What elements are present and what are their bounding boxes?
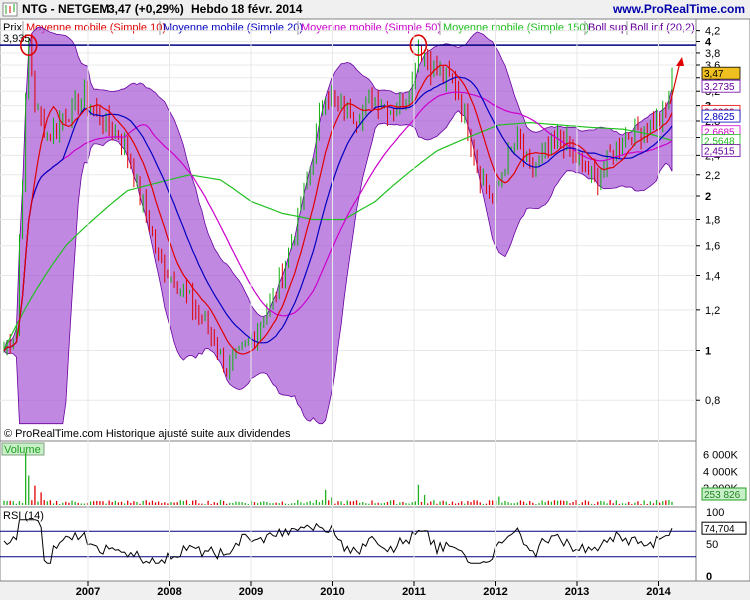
price-axis-label: 2,2: [705, 170, 720, 182]
price-axis-label: 1: [705, 346, 711, 358]
x-axis-label: 2012: [483, 586, 507, 598]
date-label: 18 févr. 2014: [231, 2, 303, 16]
stock-chart: NTG - NETGEM 3,47 (+0,29%) Hebdo 18 févr…: [0, 0, 750, 600]
price-axis-label: 1,8: [705, 214, 720, 226]
footer-note: © ProRealTime.com Historique ajusté suit…: [4, 428, 291, 440]
price-change: 3,47 (+0,29%): [108, 2, 184, 16]
price-axis-label: 1,2: [705, 305, 720, 317]
x-axis-label: 2013: [565, 586, 589, 598]
price-axis-label: 3,8: [705, 48, 720, 60]
x-axis-label: 2009: [239, 586, 263, 598]
brand-url[interactable]: www.ProRealTime.com: [612, 2, 745, 16]
volume-pane: [0, 440, 697, 508]
x-axis-label: 2010: [320, 586, 344, 598]
value-tag: 3,47: [704, 69, 724, 80]
price-axis-label: 1,6: [705, 241, 720, 253]
legend-item: Moyenne mobile (Simple 150): [443, 22, 589, 34]
volume-label: Volume: [4, 444, 41, 456]
chart-title: NTG - NETGEM: [22, 2, 109, 16]
price-axis-label: 4: [705, 37, 712, 49]
legend-item: Boll inf (20,2): [630, 22, 695, 34]
legend-item: Moyenne mobile (Simple 50): [301, 22, 441, 34]
value-tag: 2,4515: [704, 147, 735, 158]
legend-item: Boll sup: [588, 22, 627, 34]
x-axis-label: 2008: [157, 586, 181, 598]
volume-value-tag: 253 826: [704, 490, 741, 501]
price-axis-label: 0,8: [705, 395, 720, 407]
chart-type-icon[interactable]: [2, 2, 18, 17]
period-label: Hebdo: [191, 2, 228, 16]
x-axis-label: 2011: [402, 586, 426, 598]
volume-axis-label: 4 000K: [703, 466, 739, 478]
price-axis-label: 1,4: [705, 271, 720, 283]
rsi-axis-label: 100: [706, 507, 724, 519]
x-axis-label: 2007: [76, 586, 100, 598]
rsi-value-tag: 74,704: [704, 524, 735, 535]
legend-row: Prix Moyenne mobile (Simple 10)Moyenne m…: [3, 21, 695, 35]
price-axis-label: 4,2: [705, 26, 720, 38]
legend-item: Moyenne mobile (Simple 20): [163, 22, 303, 34]
rsi-axis-label: 50: [706, 539, 718, 551]
volume-axis-label: 6 000K: [703, 449, 739, 461]
value-tag: 3,2735: [704, 82, 735, 93]
rsi-axis-label: 0: [706, 571, 712, 583]
value-tag: 2,8625: [704, 112, 735, 123]
price-axis-label: 2: [705, 191, 711, 203]
x-axis-label: 2014: [646, 586, 671, 598]
rsi-pane: [0, 506, 697, 582]
